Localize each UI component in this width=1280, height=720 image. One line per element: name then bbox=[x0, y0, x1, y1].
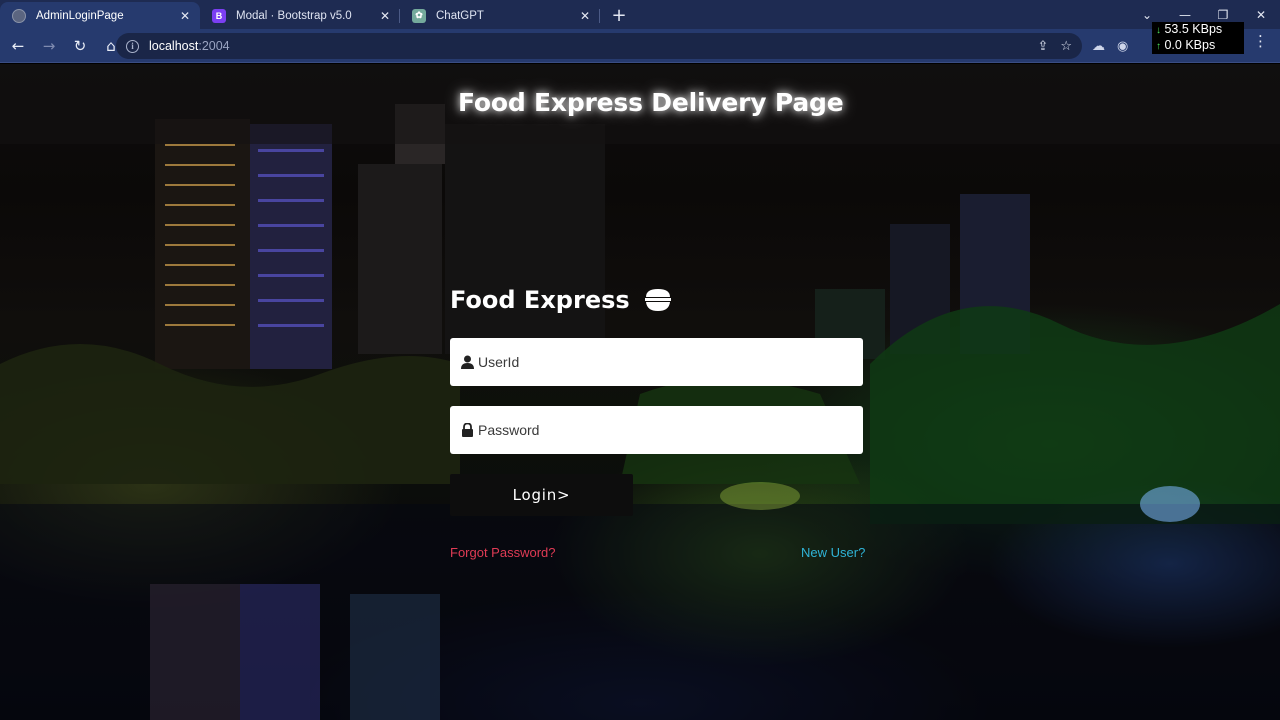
password-input[interactable] bbox=[478, 422, 848, 438]
lock-icon bbox=[462, 423, 473, 437]
user-icon bbox=[461, 355, 474, 369]
tab-label: AdminLoginPage bbox=[36, 9, 124, 22]
back-icon[interactable]: ← bbox=[5, 33, 31, 59]
minimize-icon[interactable]: — bbox=[1166, 8, 1204, 22]
tab-label: ChatGPT bbox=[436, 9, 484, 22]
url-port: :2004 bbox=[198, 39, 230, 53]
login-button[interactable]: Login> bbox=[450, 474, 633, 516]
address-bar[interactable]: i localhost:2004 ⇪ ☆ bbox=[116, 33, 1082, 59]
reload-icon[interactable]: ↻ bbox=[67, 33, 93, 59]
brand-heading: Food Express bbox=[450, 286, 672, 314]
brand-name: Food Express bbox=[450, 286, 630, 314]
download-speed: 53.5 KBps bbox=[1164, 22, 1223, 36]
userid-field[interactable] bbox=[450, 338, 863, 386]
upload-speed: 0.0 KBps bbox=[1164, 38, 1216, 52]
kebab-menu-icon[interactable]: ⋮ bbox=[1253, 34, 1268, 49]
tab-bootstrap-modal[interactable]: B Modal · Bootstrap v5.0 ✕ bbox=[200, 2, 400, 29]
forgot-password-link[interactable]: Forgot Password? bbox=[450, 545, 556, 560]
close-tab-icon[interactable]: ✕ bbox=[180, 9, 190, 23]
city-night-background bbox=[0, 104, 1280, 720]
password-field[interactable] bbox=[450, 406, 863, 454]
maximize-icon[interactable]: ❐ bbox=[1204, 8, 1242, 22]
new-user-link[interactable]: New User? bbox=[801, 545, 865, 560]
tab-label: Modal · Bootstrap v5.0 bbox=[236, 9, 352, 22]
page-title: Food Express Delivery Page bbox=[458, 88, 844, 117]
chatgpt-icon: ✿ bbox=[412, 8, 426, 23]
url-host: localhost bbox=[149, 39, 199, 53]
close-tab-icon[interactable]: ✕ bbox=[580, 9, 590, 23]
tab-admin-login[interactable]: AdminLoginPage ✕ bbox=[0, 2, 200, 29]
tab-separator bbox=[599, 9, 600, 23]
extension-icons: ☁ ◉ bbox=[1092, 29, 1128, 63]
tab-strip: AdminLoginPage ✕ B Modal · Bootstrap v5.… bbox=[0, 0, 1280, 29]
cloud-extension-icon[interactable]: ☁ bbox=[1092, 39, 1105, 54]
download-arrow-icon: ↓ bbox=[1156, 25, 1161, 36]
bootstrap-icon: B bbox=[212, 8, 226, 23]
tab-search-icon[interactable]: ⌄ bbox=[1128, 8, 1166, 22]
forward-icon[interactable]: → bbox=[36, 33, 62, 59]
audio-extension-icon[interactable]: ◉ bbox=[1117, 39, 1128, 54]
site-info-icon[interactable]: i bbox=[126, 39, 139, 53]
new-tab-button[interactable]: + bbox=[604, 2, 634, 29]
close-window-icon[interactable]: ✕ bbox=[1242, 8, 1280, 22]
browser-toolbar: ← → ↻ ⌂ i localhost:2004 ⇪ ☆ ☁ ◉ bbox=[0, 29, 1280, 63]
userid-input[interactable] bbox=[478, 354, 848, 370]
rice-bowl-icon bbox=[644, 289, 671, 311]
globe-icon bbox=[12, 8, 26, 23]
share-icon[interactable]: ⇪ bbox=[1037, 39, 1048, 54]
login-page: Food Express Delivery Page Food Express … bbox=[0, 64, 1280, 720]
upload-arrow-icon: ↑ bbox=[1156, 41, 1161, 52]
bookmark-star-icon[interactable]: ☆ bbox=[1060, 39, 1072, 54]
close-tab-icon[interactable]: ✕ bbox=[380, 9, 390, 23]
network-speed-widget: ↓ 53.5 KBps ↑ 0.0 KBps bbox=[1152, 22, 1244, 54]
tab-chatgpt[interactable]: ✿ ChatGPT ✕ bbox=[400, 2, 600, 29]
